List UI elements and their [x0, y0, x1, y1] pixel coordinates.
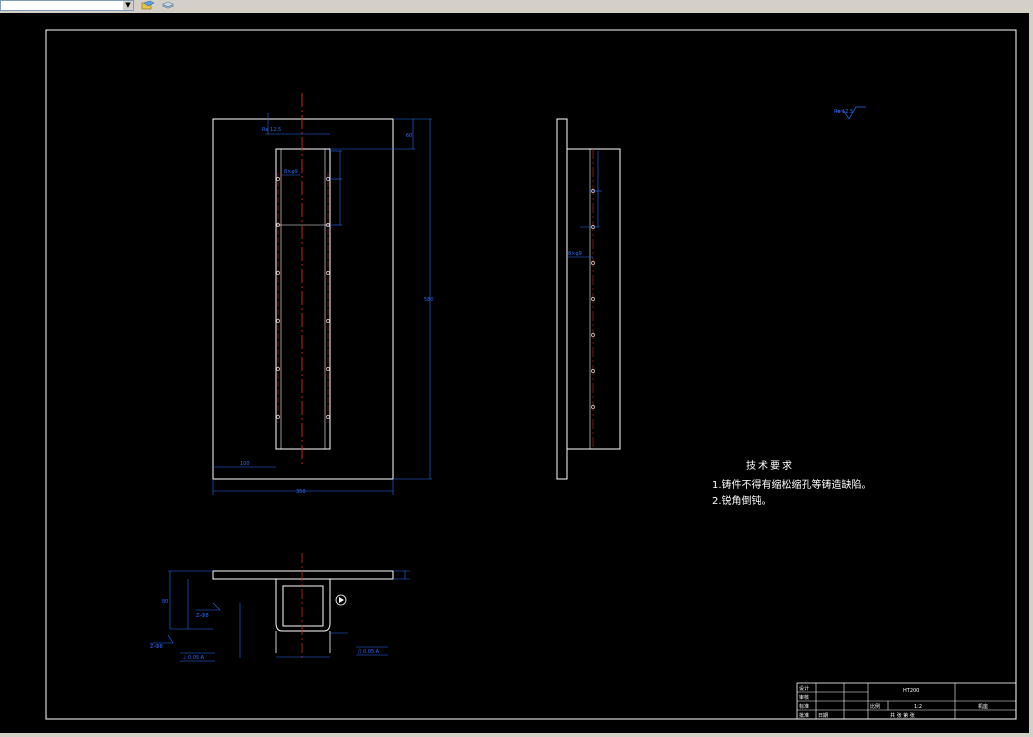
tb-scale-label: 比例 [870, 703, 880, 710]
dim-section-a: Z-Ф8 [196, 613, 209, 619]
layer-state-icon[interactable] [140, 0, 156, 11]
drawing-canvas[interactable]: 350 580 100 60 8×φ9 Ra 12.5 8×φ9 Ra 12.5 [0, 13, 1033, 733]
dim-section-tol-a: ⊥ 0.05 A [182, 655, 205, 661]
tb-row-review: 审核 [799, 694, 809, 701]
tb-material: HT200 [903, 688, 919, 694]
layer-dropdown[interactable]: ▼ [0, 0, 134, 11]
tb-row-approve: 批准 [799, 712, 809, 719]
tech-req-item2: 2.锐角倒钝。 [712, 494, 772, 507]
front-view: 350 580 100 60 8×φ9 Ra 12.5 [212, 93, 434, 495]
section-view: 80 Z-Ф8 Z-Ф8 ⊥ 0.05 A // 0.05 A [150, 553, 410, 662]
tb-signature: 日期 [818, 713, 828, 719]
layer-stack-icon[interactable] [160, 0, 176, 11]
dim-front-height: 580 [424, 297, 434, 303]
dim-roughness: Ra 12.5 [262, 127, 281, 133]
dim-hole-b: 8×φ9 [568, 251, 582, 257]
tech-req-item1: 1.铸件不得有缩松缩孔等铸造缺陷。 [712, 478, 872, 491]
roughness-label: Ra 12.5 [834, 109, 853, 115]
chevron-down-icon[interactable]: ▼ [123, 1, 133, 10]
tech-req-title: 技术要求 [746, 459, 794, 472]
tech-requirements: 技术要求 1.铸件不得有缩松缩孔等铸造缺陷。 2.锐角倒钝。 [712, 459, 872, 507]
cad-drawing: 350 580 100 60 8×φ9 Ra 12.5 8×φ9 Ra 12.5 [45, 29, 1017, 720]
tb-sheet: 共 张 第 张 [890, 712, 915, 719]
tb-scale: 1:2 [914, 704, 922, 710]
tb-row-design: 设计 [799, 685, 809, 692]
tb-part-name: 机座 [978, 703, 988, 710]
side-view: 8×φ9 [556, 118, 621, 480]
dim-top-offset: 60 [406, 133, 412, 139]
dim-front-width: 350 [296, 489, 306, 495]
dim-section-height: 80 [162, 599, 168, 605]
status-strip [0, 733, 1033, 737]
dim-section-tol-b: // 0.05 A [358, 649, 380, 655]
dim-section-b: Z-Ф8 [150, 644, 163, 650]
dim-left-offset: 100 [240, 461, 250, 467]
title-block: 设计 审核 标准 批准 日期 HT200 比例 1:2 机座 共 张 第 张 [796, 682, 1017, 720]
toolbar: ▼ [0, 0, 1033, 14]
drawing-border [45, 29, 1017, 720]
dim-hole-a: 8×φ9 [284, 169, 298, 175]
tb-row-standard: 标准 [799, 703, 809, 710]
